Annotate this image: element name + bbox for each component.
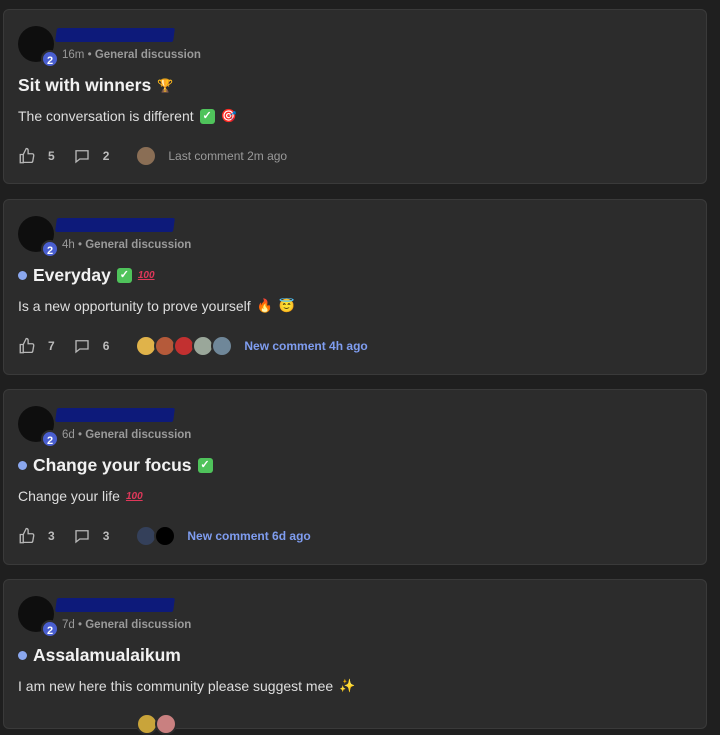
post-meta: 4h • General discussion — [62, 239, 192, 251]
new-comment-indicator[interactable]: New comment 4h ago — [244, 339, 367, 353]
commenter-avatar[interactable] — [154, 525, 177, 547]
post-card[interactable]: 2 7d • General discussion Assalamualaiku… — [3, 579, 707, 735]
sparkles-icon: ✨ — [339, 678, 356, 693]
post-body: The conversation is different ✓ 🎯 — [18, 108, 237, 124]
unread-dot — [18, 461, 27, 470]
level-badge: 2 — [41, 430, 59, 448]
commenter-avatars — [135, 335, 234, 357]
smiling-halo-icon: 😇 — [278, 298, 296, 313]
post-time: 4h — [62, 239, 75, 251]
post-category: General discussion — [85, 619, 192, 631]
like-count: 7 — [48, 339, 55, 353]
new-comment-indicator[interactable]: New comment 6d ago — [187, 529, 310, 543]
check-mark-icon: ✓ — [116, 268, 132, 283]
post-title[interactable]: Sit with winners 🏆 — [18, 75, 173, 96]
hundred-points-icon: 100 — [137, 270, 155, 281]
post-card[interactable]: 2 4h • General discussion Everyday ✓ 100… — [3, 199, 707, 375]
commenter-avatar[interactable] — [135, 145, 158, 167]
unread-dot — [18, 651, 27, 660]
check-mark-icon: ✓ — [197, 458, 213, 473]
comment-count: 2 — [102, 149, 110, 163]
thumbs-up-icon[interactable] — [18, 527, 36, 545]
unread-dot — [18, 271, 27, 280]
level-badge: 2 — [41, 240, 59, 258]
post-footer — [18, 713, 188, 735]
post-time: 6d — [62, 429, 75, 441]
comment-bubble-icon[interactable] — [73, 147, 91, 165]
check-mark-icon: ✓ — [199, 108, 215, 124]
post-category: General discussion — [85, 429, 192, 441]
redacted-author-name — [55, 408, 175, 422]
comment-count: 6 — [102, 339, 110, 353]
post-body: Change your life 100 — [18, 488, 143, 504]
redacted-author-name — [55, 598, 175, 612]
post-category: General discussion — [85, 239, 192, 251]
post-time: 16m — [62, 49, 85, 61]
last-comment-time: Last comment 2m ago — [168, 149, 288, 163]
comment-bubble-icon[interactable] — [73, 337, 91, 355]
post-body: I am new here this community please sugg… — [18, 678, 356, 694]
post-time: 7d — [62, 619, 75, 631]
comment-count: 3 — [102, 529, 110, 543]
level-badge: 2 — [41, 620, 59, 638]
hundred-points-icon: 100 — [125, 490, 143, 502]
post-card[interactable]: 2 6d • General discussion Change your fo… — [3, 389, 707, 565]
fire-icon: 🔥 — [256, 298, 273, 313]
post-footer: 7 6 New comment 4h ago — [18, 335, 368, 357]
like-count: 5 — [48, 149, 55, 163]
post-title[interactable]: Assalamualaikum — [18, 645, 181, 666]
redacted-author-name — [55, 218, 175, 232]
post-footer: 5 2 Last comment 2m ago — [18, 145, 288, 167]
thumbs-up-icon[interactable] — [18, 147, 36, 165]
commenter-avatars — [136, 713, 177, 735]
comment-bubble-icon[interactable] — [73, 527, 91, 545]
level-badge: 2 — [41, 50, 59, 68]
post-meta: 6d • General discussion — [62, 429, 192, 441]
post-footer: 3 3 New comment 6d ago — [18, 525, 311, 547]
post-meta: 7d • General discussion — [62, 619, 192, 631]
post-category: General discussion — [94, 49, 201, 61]
post-meta: 16m • General discussion — [62, 49, 201, 61]
post-title[interactable]: Change your focus ✓ — [18, 455, 213, 476]
thumbs-up-icon[interactable] — [18, 337, 36, 355]
target-icon: 🎯 — [220, 108, 237, 123]
commenter-avatars — [135, 525, 177, 547]
commenter-avatar[interactable] — [211, 335, 234, 357]
post-card[interactable]: 2 16m • General discussion Sit with winn… — [3, 9, 707, 184]
redacted-author-name — [55, 28, 175, 42]
commenter-avatars — [135, 145, 158, 167]
post-title[interactable]: Everyday ✓ 100 — [18, 265, 155, 286]
commenter-avatar[interactable] — [155, 713, 177, 735]
trophy-icon: 🏆 — [157, 77, 174, 93]
post-body: Is a new opportunity to prove yourself 🔥… — [18, 298, 296, 314]
like-count: 3 — [48, 529, 55, 543]
